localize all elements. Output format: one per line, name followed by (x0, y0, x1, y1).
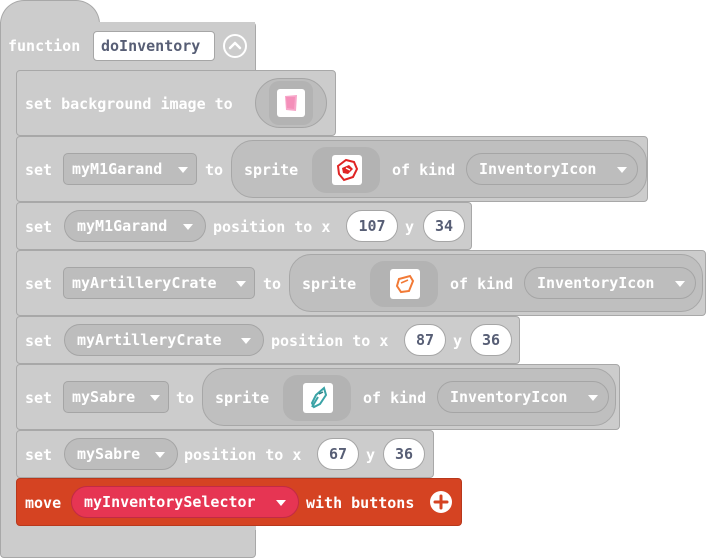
sprite-label: sprite (215, 389, 270, 407)
to-label: to (263, 275, 282, 293)
y-label: y (366, 446, 376, 464)
variable-name: mySabre (72, 388, 136, 406)
x-value-input[interactable]: 67 (317, 438, 359, 470)
position-label: position to x (271, 332, 389, 350)
chevron-down-icon (183, 224, 193, 230)
kind-name: InventoryIcon (479, 160, 597, 178)
sprite-image-slot[interactable] (283, 375, 351, 421)
kind-dropdown[interactable]: InventoryIcon (524, 267, 696, 299)
to-label: to (205, 161, 224, 179)
set-background-block[interactable]: set background image to (16, 70, 336, 136)
sprite-label: sprite (302, 275, 357, 293)
set-crate-position-block[interactable]: set myArtilleryCrate position to x 87 y … (16, 316, 520, 364)
set-background-label: set background image to (25, 95, 233, 113)
x-value-input[interactable]: 87 (404, 324, 446, 356)
set-label: set (25, 389, 53, 407)
chevron-down-icon (617, 167, 627, 173)
set-sabre-position-block[interactable]: set mySabre position to x 67 y 36 (16, 430, 434, 478)
x-value: 67 (328, 445, 348, 463)
sprite-creator[interactable]: sprite of kind InventoryIcon (202, 368, 616, 426)
variable-dropdown-garand[interactable]: myM1Garand (64, 210, 206, 242)
function-name-field[interactable]: doInventory (93, 31, 215, 61)
variable-name: myArtilleryCrate (77, 331, 222, 349)
sabre-sprite-icon (303, 383, 333, 413)
sprite-creator[interactable]: sprite of kind InventoryIcon (231, 140, 647, 198)
chevron-down-icon (178, 167, 188, 173)
of-kind-label: of kind (450, 275, 514, 293)
chevron-down-icon (236, 281, 246, 287)
selector-variable-dropdown[interactable]: myInventorySelector (71, 486, 299, 518)
x-value: 87 (415, 331, 435, 349)
variable-name: myArtilleryCrate (72, 274, 217, 292)
set-garand-position-block[interactable]: set myM1Garand position to x 107 y 34 (16, 202, 472, 250)
variable-dropdown-garand[interactable]: myM1Garand (63, 153, 197, 185)
set-sabre-sprite-block[interactable]: set mySabre to sprite of kind InventoryI… (16, 364, 620, 430)
set-garand-sprite-block[interactable]: set myM1Garand to sprite of kind Invento… (16, 136, 648, 202)
position-label: position to x (213, 218, 331, 236)
set-crate-sprite-block[interactable]: set myArtilleryCrate to sprite of kind I… (16, 250, 706, 316)
move-with-buttons-block[interactable]: move myInventorySelector with buttons (16, 478, 462, 526)
background-image-slot[interactable] (255, 78, 327, 128)
function-keyword: function (8, 37, 81, 55)
kind-dropdown[interactable]: InventoryIcon (466, 153, 638, 185)
chevron-down-icon (276, 500, 286, 506)
variable-dropdown-sabre[interactable]: mySabre (64, 438, 178, 470)
set-label: set (25, 332, 53, 350)
sprite-creator[interactable]: sprite of kind InventoryIcon (289, 254, 703, 312)
variable-dropdown-crate[interactable]: myArtilleryCrate (63, 267, 255, 299)
collapse-icon[interactable] (223, 34, 247, 58)
variable-name: mySabre (77, 445, 141, 463)
y-label: y (453, 332, 463, 350)
x-value-input[interactable]: 107 (346, 210, 398, 242)
move-label: move (25, 494, 62, 512)
y-label: y (405, 218, 415, 236)
with-buttons-label: with buttons (306, 494, 415, 512)
chevron-down-icon (150, 395, 160, 401)
y-value: 36 (481, 331, 501, 349)
y-value: 36 (394, 445, 414, 463)
sprite-label: sprite (244, 161, 299, 179)
kind-dropdown[interactable]: InventoryIcon (437, 381, 609, 413)
set-label: set (25, 446, 53, 464)
variable-dropdown-crate[interactable]: myArtilleryCrate (64, 324, 264, 356)
sprite-image-slot[interactable] (312, 147, 380, 193)
variable-name: myM1Garand (77, 217, 168, 235)
set-label: set (25, 161, 53, 179)
chevron-down-icon (241, 338, 251, 344)
y-value-input[interactable]: 34 (423, 210, 465, 242)
y-value-input[interactable]: 36 (470, 324, 512, 356)
add-circle-icon[interactable] (430, 491, 452, 513)
to-label: to (176, 389, 195, 407)
kind-name: InventoryIcon (450, 388, 568, 406)
function-name: doInventory (101, 37, 201, 55)
chevron-down-icon (155, 452, 165, 458)
background-thumbnail-slot (269, 81, 313, 125)
variable-dropdown-sabre[interactable]: mySabre (63, 381, 169, 413)
garand-sprite-icon (332, 155, 362, 185)
y-value: 34 (434, 217, 454, 235)
chevron-down-icon (675, 281, 685, 287)
kind-name: InventoryIcon (537, 274, 655, 292)
variable-name: myInventorySelector (84, 493, 256, 511)
y-value-input[interactable]: 36 (383, 438, 425, 470)
background-thumbnail-icon (277, 89, 305, 117)
x-value: 107 (358, 217, 386, 235)
chevron-down-icon (588, 395, 598, 401)
of-kind-label: of kind (363, 389, 427, 407)
of-kind-label: of kind (392, 161, 456, 179)
variable-name: myM1Garand (72, 160, 163, 178)
crate-sprite-icon (390, 269, 420, 299)
sprite-image-slot[interactable] (370, 261, 438, 307)
position-label: position to x (184, 446, 302, 464)
set-label: set (25, 218, 53, 236)
set-label: set (25, 275, 53, 293)
